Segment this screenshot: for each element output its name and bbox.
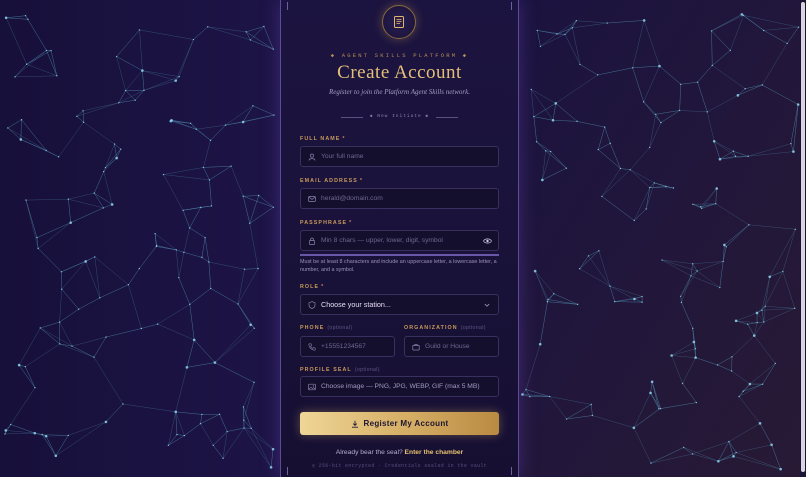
- role-select[interactable]: Choose your station...: [300, 294, 499, 315]
- page-title: Create Account: [337, 62, 462, 83]
- scroll-emblem-icon: [382, 5, 416, 39]
- organization-input[interactable]: [425, 339, 498, 354]
- email-label: EMAIL ADDRESS *: [300, 178, 364, 184]
- full-name-label: FULL NAME *: [300, 136, 346, 142]
- shield-icon: [308, 300, 316, 309]
- organization-field[interactable]: [404, 336, 499, 357]
- mail-icon: [308, 195, 316, 203]
- role-label: ROLE *: [300, 284, 325, 290]
- passphrase-field[interactable]: [300, 230, 499, 251]
- user-icon: [308, 153, 316, 161]
- profile-seal-upload[interactable]: Choose image — PNG, JPG, WEBP, GIF (max …: [300, 376, 499, 397]
- email-input[interactable]: [321, 191, 498, 206]
- phone-label: PHONE (optional): [300, 325, 353, 331]
- download-icon: [351, 420, 359, 428]
- signin-link[interactable]: Enter the chamber: [405, 449, 464, 456]
- lock-icon: [308, 237, 316, 245]
- platform-kicker: ◆ AGENT SKILLS PLATFORM ◆: [330, 52, 469, 59]
- page-scrollbar[interactable]: [800, 0, 806, 477]
- organization-label: ORGANIZATION (optional): [404, 325, 486, 331]
- passphrase-strength-bar: [300, 254, 499, 256]
- eye-icon[interactable]: [483, 237, 492, 245]
- full-name-field[interactable]: [300, 146, 499, 167]
- profile-seal-value: Choose image — PNG, JPG, WEBP, GIF (max …: [321, 383, 480, 390]
- passphrase-label: PASSPHRASE *: [300, 220, 353, 226]
- registration-panel: ◆ AGENT SKILLS PLATFORM ◆ Create Account…: [280, 0, 519, 477]
- page-subtitle: Register to join the Platform Agent Skil…: [328, 88, 471, 96]
- passphrase-hint: Must be at least 8 characters and includ…: [300, 259, 497, 273]
- profile-seal-label: PROFILE SEAL (optional): [300, 367, 380, 373]
- scrollbar-thumb[interactable]: [801, 2, 805, 472]
- phone-icon: [308, 343, 316, 351]
- divider-label: ◆ New Initiate ◆: [369, 114, 430, 119]
- phone-field[interactable]: [300, 336, 395, 357]
- section-divider: ◆ New Initiate ◆: [341, 113, 458, 121]
- chevron-down-icon: [483, 301, 491, 309]
- register-button[interactable]: Register My Account: [300, 412, 499, 435]
- email-field[interactable]: [300, 188, 499, 209]
- register-button-label: Register My Account: [363, 419, 449, 428]
- security-footer: ◎ 256-bit encrypted · Credentials sealed…: [312, 463, 487, 469]
- briefcase-icon: [412, 343, 420, 351]
- image-icon: [308, 383, 316, 391]
- corner-tick: [287, 2, 288, 10]
- role-selected-value: Choose your station...: [321, 300, 391, 309]
- signin-prompt: Already bear the seal? Enter the chamber: [335, 449, 464, 456]
- phone-input[interactable]: [321, 339, 394, 354]
- full-name-input[interactable]: [321, 149, 498, 164]
- passphrase-input[interactable]: [321, 233, 483, 248]
- corner-tick: [511, 2, 512, 10]
